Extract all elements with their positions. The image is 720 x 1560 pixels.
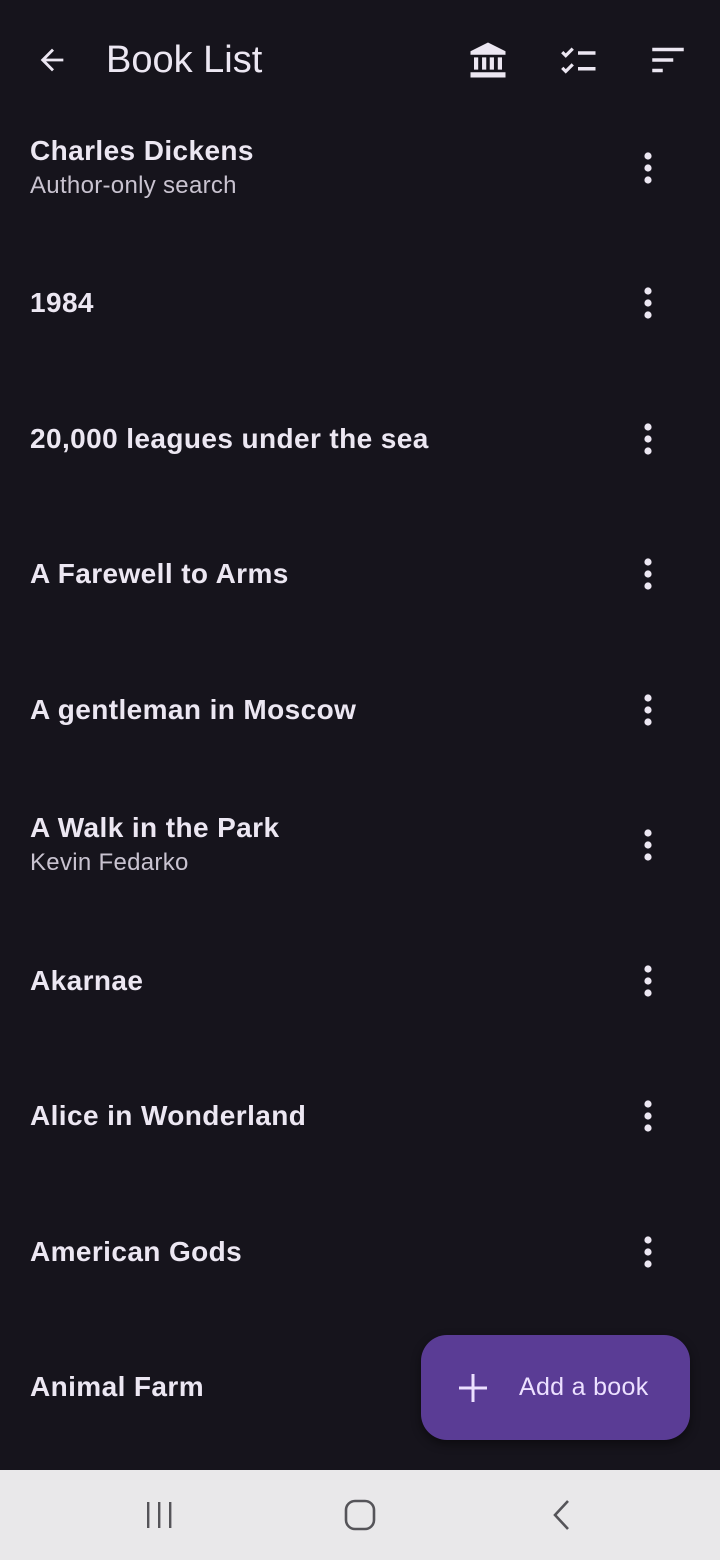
sort-button[interactable] [640,34,696,86]
book-title: A gentleman in Moscow [30,693,357,725]
more-options-button[interactable] [628,550,668,598]
library-button[interactable] [460,34,516,86]
book-row[interactable]: A Farewell to Arms [0,507,720,643]
add-book-button[interactable]: Add a book [421,1335,690,1440]
more-options-button[interactable] [628,279,668,327]
book-row[interactable]: 1984 [0,236,720,372]
more-vert-icon [644,558,652,590]
system-back-button[interactable] [526,1490,598,1540]
book-list-screen: Book List Charles Dickens Author-only se… [0,0,720,1560]
book-title: A Walk in the Park [30,812,280,844]
more-vert-icon [644,1100,652,1132]
more-vert-icon [644,694,652,726]
more-options-button[interactable] [628,821,668,869]
book-row[interactable]: Akarnae [0,913,720,1049]
more-options-button[interactable] [628,144,668,192]
book-title: Charles Dickens [30,134,254,166]
book-row[interactable]: American Gods [0,1184,720,1320]
book-row[interactable]: 20,000 leagues under the sea [0,371,720,507]
book-title: American Gods [30,1235,243,1267]
book-title: 20,000 leagues under the sea [30,422,429,454]
more-options-button[interactable] [628,686,668,734]
more-vert-icon [644,829,652,861]
book-title: Akarnae [30,964,144,996]
home-button[interactable] [324,1490,396,1540]
more-vert-icon [644,423,652,455]
book-row[interactable]: Alice in Wonderland [0,1049,720,1185]
book-row[interactable]: A Walk in the Park Kevin Fedarko [0,778,720,914]
page-title: Book List [106,39,263,81]
more-options-button[interactable] [628,957,668,1005]
more-vert-icon [644,1236,652,1268]
back-button[interactable] [22,36,82,84]
book-title: 1984 [30,287,94,319]
book-subtitle: Author-only search [30,171,237,199]
more-vert-icon [644,965,652,997]
book-title: Alice in Wonderland [30,1100,307,1132]
sort-icon [652,47,684,73]
checklist-icon [561,47,596,74]
more-vert-icon [644,287,652,319]
plus-icon [459,1374,487,1402]
recents-button[interactable] [123,1490,195,1540]
select-button[interactable] [550,34,606,86]
back-nav-icon [553,1500,569,1530]
more-options-button[interactable] [628,1092,668,1140]
more-vert-icon [644,152,652,184]
more-options-button[interactable] [628,415,668,463]
more-options-button[interactable] [628,1228,668,1276]
book-title: A Farewell to Arms [30,558,289,590]
book-row[interactable]: Charles Dickens Author-only search [0,100,720,236]
system-nav-bar [0,1470,720,1560]
arrow-back-icon [40,48,64,72]
book-row[interactable]: A gentleman in Moscow [0,642,720,778]
home-icon [344,1499,376,1531]
book-list: Charles Dickens Author-only search 1984 … [0,100,720,1455]
add-book-label: Add a book [519,1373,649,1401]
book-subtitle: Kevin Fedarko [30,849,189,877]
library-icon [470,42,506,78]
recents-icon [147,1502,172,1528]
